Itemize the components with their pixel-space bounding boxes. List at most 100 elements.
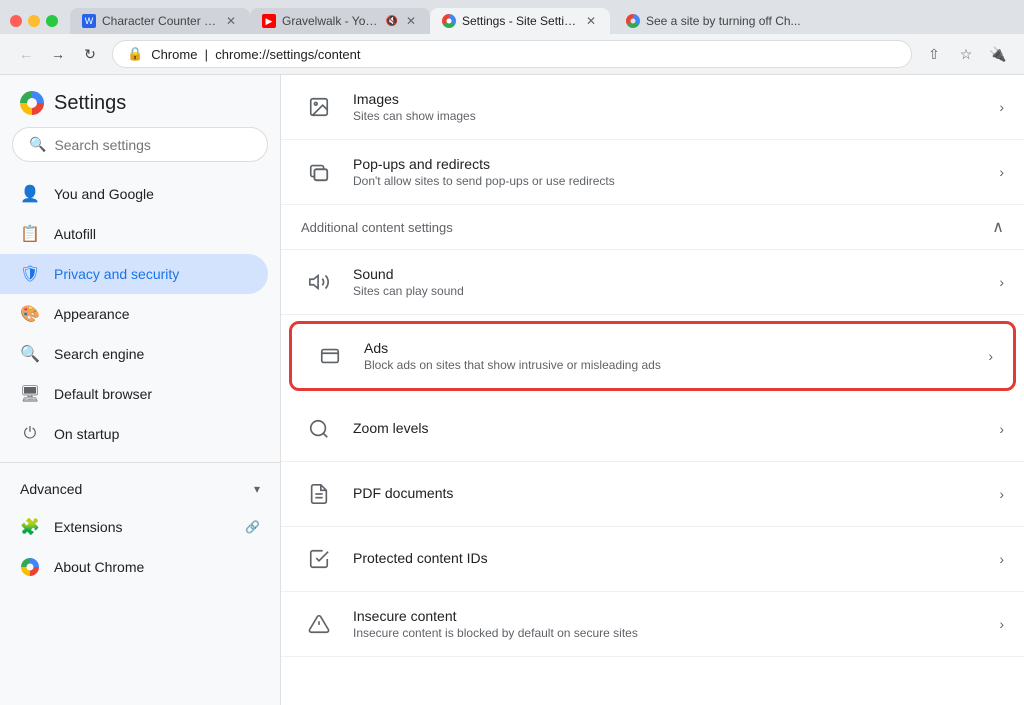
popups-title: Pop-ups and redirects [353, 156, 983, 172]
ads-icon [312, 338, 348, 374]
collapse-icon[interactable]: ∧ [992, 217, 1004, 237]
list-item-insecure[interactable]: Insecure content Insecure content is blo… [281, 592, 1024, 657]
reload-button[interactable]: ↻ [76, 40, 104, 68]
nav-item-privacy-security[interactable]: 🛡 Privacy and security [0, 254, 268, 294]
insecure-title: Insecure content [353, 608, 983, 624]
traffic-light-minimize[interactable] [28, 15, 40, 27]
tab-3[interactable]: Settings - Site Settings ✕ [430, 8, 610, 34]
sound-title: Sound [353, 266, 983, 282]
tab-1[interactable]: W Character Counter - WordCou... ✕ [70, 8, 250, 34]
nav-item-about-chrome[interactable]: About Chrome [0, 547, 268, 587]
images-text: Images Sites can show images [353, 91, 983, 123]
traffic-light-fullscreen[interactable] [46, 15, 58, 27]
list-item-ads-wrapper: Ads Block ads on sites that show intrusi… [289, 321, 1016, 391]
popups-chevron-icon: › [999, 164, 1004, 180]
zoom-text: Zoom levels [353, 420, 983, 438]
tab-3-label: Settings - Site Settings [462, 14, 578, 28]
traffic-light-close[interactable] [10, 15, 22, 27]
protected-chevron-icon: › [999, 551, 1004, 567]
nav-item-default-browser[interactable]: 🖥 Default browser [0, 374, 268, 414]
ads-chevron-icon: › [988, 348, 993, 364]
suggestion-text: See a site by turning off Ch... [646, 14, 801, 28]
nav-label-default-browser: Default browser [54, 386, 152, 402]
nav-label-autofill: Autofill [54, 226, 96, 242]
list-item-ads[interactable]: Ads Block ads on sites that show intrusi… [292, 324, 1013, 388]
settings-title: Settings [54, 92, 126, 115]
advanced-label: Advanced [20, 481, 82, 497]
search-input[interactable] [54, 137, 251, 153]
pdf-title: PDF documents [353, 485, 983, 501]
nav-label-on-startup: On startup [54, 426, 119, 442]
popups-icon [301, 154, 337, 190]
nav-divider [0, 462, 280, 463]
pdf-icon [301, 476, 337, 512]
omnibar-protocol: Chrome [151, 47, 197, 62]
ads-title: Ads [364, 340, 972, 356]
zoom-chevron-icon: › [999, 421, 1004, 437]
protected-text: Protected content IDs [353, 550, 983, 568]
list-item-images[interactable]: Images Sites can show images › [281, 75, 1024, 140]
list-item-protected[interactable]: Protected content IDs › [281, 527, 1024, 592]
list-item-pdf[interactable]: PDF documents › [281, 462, 1024, 527]
nav-label-search-engine: Search engine [54, 346, 144, 362]
images-icon [301, 89, 337, 125]
sound-text: Sound Sites can play sound [353, 266, 983, 298]
lock-icon: 🔒 [127, 46, 143, 62]
pdf-chevron-icon: › [999, 486, 1004, 502]
images-chevron-icon: › [999, 99, 1004, 115]
extension-button[interactable]: 🔌 [984, 40, 1012, 68]
nav-label-privacy-security: Privacy and security [54, 266, 179, 282]
back-button[interactable]: ← [12, 40, 40, 68]
nav-icon-autofill: 📋 [20, 224, 40, 244]
nav-item-autofill[interactable]: 📋 Autofill [0, 214, 268, 254]
additional-section-label: Additional content settings [301, 220, 453, 235]
zoom-icon [301, 411, 337, 447]
images-title: Images [353, 91, 983, 107]
tab-2-favicon: ▶ [262, 14, 276, 28]
popups-subtitle: Don't allow sites to send pop-ups or use… [353, 174, 983, 188]
insecure-icon [301, 606, 337, 642]
sound-subtitle: Sites can play sound [353, 284, 983, 298]
tab-2[interactable]: ▶ Gravelwalk - YouTube 🔇 ✕ [250, 8, 430, 34]
nav-icon-appearance: 🎨 [20, 304, 40, 324]
nav-item-appearance[interactable]: 🎨 Appearance [0, 294, 268, 334]
external-link-icon: 🔗 [245, 520, 260, 534]
bookmark-button[interactable]: ☆ [952, 40, 980, 68]
tab-2-label: Gravelwalk - YouTube [282, 14, 379, 28]
ads-subtitle: Block ads on sites that show intrusive o… [364, 358, 972, 372]
nav-icon-privacy-security: 🛡 [20, 264, 40, 284]
nav-item-extensions[interactable]: 🧩 Extensions 🔗 [0, 507, 268, 547]
search-icon: 🔍 [29, 136, 46, 153]
forward-button[interactable]: → [44, 40, 72, 68]
insecure-subtitle: Insecure content is blocked by default o… [353, 626, 983, 640]
sound-icon [301, 264, 337, 300]
list-item-zoom[interactable]: Zoom levels › [281, 397, 1024, 462]
pdf-text: PDF documents [353, 485, 983, 503]
list-item-popups[interactable]: Pop-ups and redirects Don't allow sites … [281, 140, 1024, 205]
nav-item-search-engine[interactable]: 🔍 Search engine [0, 334, 268, 374]
advanced-section-toggle[interactable]: Advanced ▾ [0, 471, 280, 507]
list-item-sound[interactable]: Sound Sites can play sound › [281, 250, 1024, 315]
zoom-title: Zoom levels [353, 420, 983, 436]
nav-item-on-startup[interactable]: ⏻ On startup [0, 414, 268, 454]
tab-2-close[interactable]: ✕ [404, 14, 418, 28]
share-button[interactable]: ⇧ [920, 40, 948, 68]
omnibar-url: Chrome | chrome://settings/content [151, 47, 360, 62]
tab-2-mute-icon[interactable]: 🔇 [385, 16, 397, 27]
nav-label-appearance: Appearance [54, 306, 130, 322]
nav-item-you-and-google[interactable]: 👤 You and Google [0, 174, 268, 214]
nav-label-extensions: Extensions [54, 519, 231, 535]
settings-search[interactable]: 🔍 [12, 127, 268, 162]
nav-icon-on-startup: ⏻ [20, 424, 40, 444]
nav-label-about-chrome: About Chrome [54, 559, 144, 575]
images-subtitle: Sites can show images [353, 109, 983, 123]
address-bar[interactable]: 🔒 Chrome | chrome://settings/content [112, 40, 912, 68]
ads-text: Ads Block ads on sites that show intrusi… [364, 340, 972, 372]
tab-1-favicon: W [82, 14, 96, 28]
tab-3-close[interactable]: ✕ [584, 14, 598, 28]
tab-1-close[interactable]: ✕ [224, 14, 238, 28]
nav-icon-search-engine: 🔍 [20, 344, 40, 364]
insecure-text: Insecure content Insecure content is blo… [353, 608, 983, 640]
google-logo [20, 91, 44, 115]
tab-3-favicon [442, 14, 456, 28]
